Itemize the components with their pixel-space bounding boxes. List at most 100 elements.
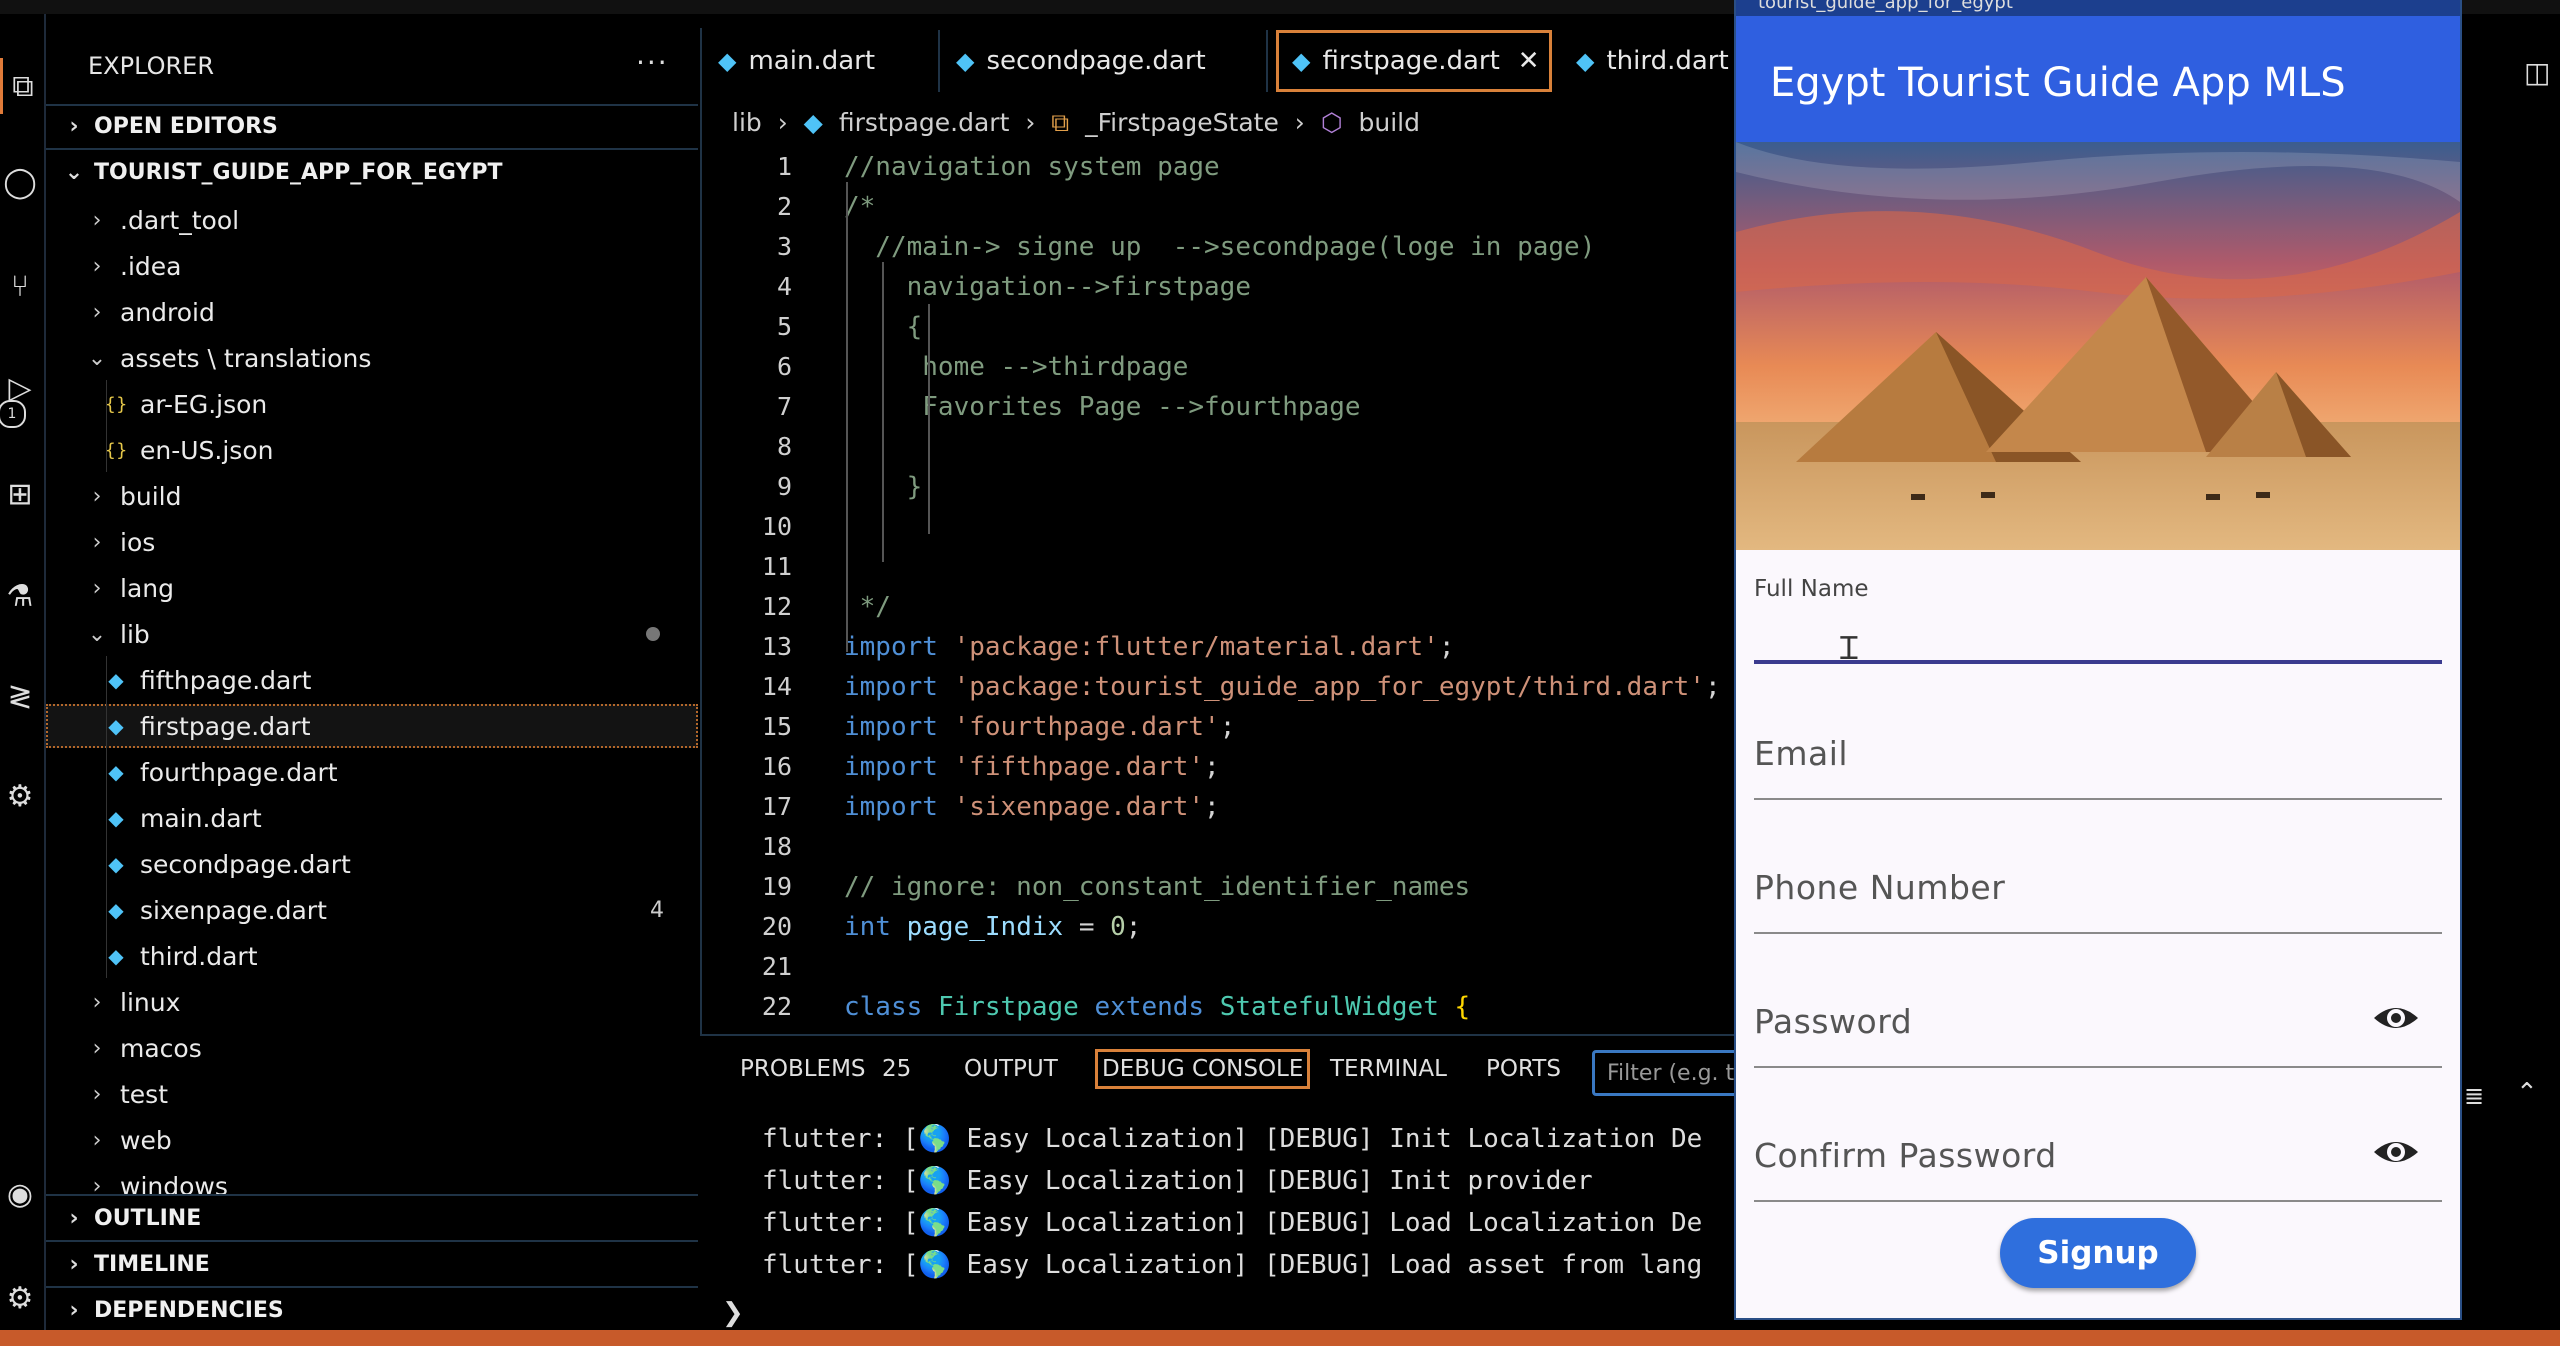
tree-item-build[interactable]: › build (46, 474, 698, 518)
show-confirm-password-eye-icon[interactable] (2372, 1132, 2420, 1172)
code-line: int page_Indix = 0; (844, 912, 1142, 942)
tree-item-sixenpage-dart[interactable]: ◆ sixenpage.dart 4 (46, 888, 698, 932)
tab-ports[interactable]: PORTS (1486, 1056, 1561, 1082)
breadcrumb-method[interactable]: build (1359, 108, 1420, 137)
chevron-right-icon: › (92, 483, 102, 509)
tree-item-fourthpage-dart[interactable]: ◆ fourthpage.dart (46, 750, 698, 794)
email-field[interactable]: Email (1754, 734, 1848, 773)
signup-button[interactable]: Signup (2000, 1218, 2196, 1288)
tab-main-dart[interactable]: ◆ main.dart (702, 30, 940, 92)
tab-secondpage-dart[interactable]: ◆ secondpage.dart (940, 30, 1268, 92)
tree-item-test[interactable]: › test (46, 1072, 698, 1116)
tab-firstpage-dart[interactable]: ◆ firstpage.dart ✕ (1276, 30, 1552, 92)
chevron-down-icon: ⌄ (87, 621, 107, 647)
extensions-icon[interactable]: ⊞ (0, 466, 40, 522)
tab-label: secondpage.dart (986, 46, 1206, 76)
tree-item-ios[interactable]: › ios (46, 520, 698, 564)
confirm-password-underline (1754, 1200, 2442, 1202)
tab-label: firstpage.dart (1322, 46, 1500, 76)
explorer-more-icon[interactable]: ··· (636, 46, 669, 79)
line-number: 18 (761, 832, 792, 861)
breadcrumb: lib › ◆ firstpage.dart › ⧉ _FirstpageSta… (732, 108, 1428, 138)
code-line: import 'fifthpage.dart'; (844, 752, 1220, 782)
tree-item-linux[interactable]: › linux (46, 980, 698, 1024)
tree-item-web[interactable]: › web (46, 1118, 698, 1162)
search-icon[interactable]: ◯ (0, 154, 40, 210)
open-editors-section[interactable]: › OPEN EDITORS (46, 104, 698, 148)
tab-label: third.dart (1606, 46, 1729, 76)
flutter-icon[interactable]: ≷ (0, 668, 40, 724)
line-number: 20 (761, 912, 792, 941)
line-number: 5 (776, 312, 792, 341)
files-icon[interactable]: ⧉ (0, 58, 43, 114)
tree-item-fifthpage-dart[interactable]: ◆ fifthpage.dart (46, 658, 698, 702)
code-line: class Firstpage extends StatefulWidget { (844, 992, 1471, 1022)
line-number: 12 (761, 592, 792, 621)
dart-file-icon: ◆ (1292, 47, 1311, 75)
source-control-icon[interactable]: ⑂ (0, 258, 40, 314)
tree-item-idea[interactable]: › .idea (46, 244, 698, 288)
chevron-right-icon: › (69, 1205, 79, 1231)
show-password-eye-icon[interactable] (2372, 998, 2420, 1038)
line-number: 13 (761, 632, 792, 661)
close-icon[interactable]: ✕ (1518, 46, 1540, 76)
outline-section[interactable]: › OUTLINE (46, 1196, 698, 1240)
project-root[interactable]: ⌄ TOURIST_GUIDE_APP_FOR_EGYPT (46, 150, 698, 194)
line-number: 6 (776, 352, 792, 381)
tab-problems[interactable]: PROBLEMS (740, 1056, 866, 1082)
testing-icon[interactable]: ⚗ (0, 568, 40, 624)
password-field[interactable]: Password (1754, 1002, 1912, 1041)
tree-item-label: main.dart (140, 803, 262, 833)
dart-devtools-icon[interactable]: ⚙ (0, 768, 40, 824)
tree-item-label: macos (120, 1033, 202, 1063)
code-line: home -->thirdpage (844, 352, 1189, 382)
breadcrumb-class[interactable]: _FirstpageState (1085, 108, 1279, 137)
tree-item-label: lib (120, 619, 150, 649)
manage-gear-icon[interactable]: ⚙ (0, 1270, 40, 1326)
full-name-label: Full Name (1754, 576, 1869, 602)
tree-item-lib[interactable]: ⌄ lib (46, 612, 698, 656)
phone-number-field[interactable]: Phone Number (1754, 868, 2005, 907)
tree-item-en-us-json[interactable]: {} en-US.json (46, 428, 698, 472)
split-editor-icon[interactable]: ◫ (2524, 56, 2550, 89)
timeline-section[interactable]: › TIMELINE (46, 1242, 698, 1286)
explorer-sidebar: EXPLORER ··· › OPEN EDITORS ⌄ TOURIST_GU… (46, 30, 698, 1330)
tree-item-assets-translations[interactable]: ⌄ assets \ translations (46, 336, 698, 380)
tree-item-firstpage-dart[interactable]: ◆ firstpage.dart (46, 704, 698, 748)
chevron-right-icon: › (92, 1127, 102, 1153)
project-name: TOURIST_GUIDE_APP_FOR_EGYPT (94, 159, 503, 185)
line-number: 16 (761, 752, 792, 781)
confirm-password-field[interactable]: Confirm Password (1754, 1136, 2057, 1175)
dependencies-section[interactable]: › DEPENDENCIES (46, 1288, 698, 1332)
app-window-title: tourist_guide_app_for_egypt (1758, 0, 2013, 13)
console-filter-input[interactable]: Filter (e.g. text (1592, 1050, 1752, 1096)
problems-count-badge: 25 (882, 1056, 912, 1082)
class-symbol-icon: ⧉ (1051, 108, 1070, 137)
tree-item-label: linux (120, 987, 181, 1017)
console-prompt-icon[interactable]: ❯ (722, 1298, 744, 1328)
chevron-right-icon: › (92, 1035, 102, 1061)
tab-debug-console[interactable]: DEBUG CONSOLE (1094, 1049, 1311, 1089)
tree-item-main-dart[interactable]: ◆ main.dart (46, 796, 698, 840)
indent-guide (106, 380, 107, 472)
tree-item-dart-tool[interactable]: › .dart_tool (46, 198, 698, 242)
tab-terminal[interactable]: TERMINAL (1330, 1056, 1447, 1082)
tree-item-lang[interactable]: › lang (46, 566, 698, 610)
chevron-right-icon: › (92, 529, 102, 555)
tree-item-macos[interactable]: › macos (46, 1026, 698, 1070)
tree-item-secondpage-dart[interactable]: ◆ secondpage.dart (46, 842, 698, 886)
line-number: 4 (776, 272, 792, 301)
tree-item-label: secondpage.dart (140, 849, 351, 879)
breadcrumb-file[interactable]: firstpage.dart (839, 108, 1010, 137)
chevron-up-icon[interactable]: ⌃ (2516, 1078, 2538, 1108)
breadcrumb-folder[interactable]: lib (732, 108, 762, 137)
clear-console-icon[interactable]: ≣ (2464, 1082, 2484, 1110)
tree-item-ar-eg-json[interactable]: {} ar-EG.json (46, 382, 698, 426)
account-icon[interactable]: ◉ (0, 1166, 40, 1222)
code-line: /* (844, 192, 876, 222)
tab-third-dart[interactable]: ◆ third.dart (1560, 30, 1752, 92)
console-log-line: flutter: [🌎 Easy Localization] [DEBUG] I… (762, 1124, 1703, 1154)
tab-output[interactable]: OUTPUT (964, 1056, 1058, 1082)
tree-item-android[interactable]: › android (46, 290, 698, 334)
tree-item-third-dart[interactable]: ◆ third.dart (46, 934, 698, 978)
